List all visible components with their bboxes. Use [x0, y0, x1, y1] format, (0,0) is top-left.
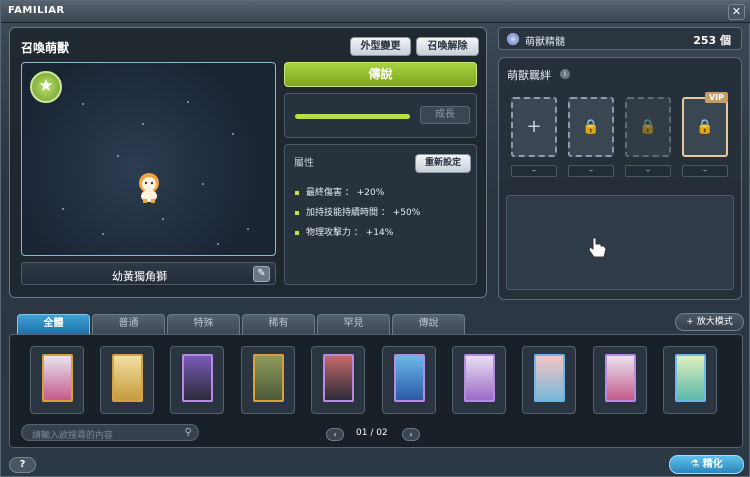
familiar-preview: ★: [21, 62, 276, 256]
essence-value: 253 個: [693, 34, 731, 47]
familiar-name: 幼黃獨角獅: [112, 270, 167, 283]
lock-icon[interactable]: 🔒: [568, 97, 614, 157]
familiar-window: FAMILIAR ✕ 召喚萌獸 外型變更 召喚解除 ★ 幼黃獨角獅 ✎ 傳說 成…: [0, 0, 750, 477]
tab-all[interactable]: 全體: [17, 314, 90, 334]
hand-cursor-icon: [588, 237, 607, 258]
slot-value: –: [568, 165, 614, 177]
change-appearance-button[interactable]: 外型變更: [350, 37, 411, 56]
familiar-card[interactable]: [241, 346, 295, 414]
info-icon[interactable]: i: [560, 69, 570, 79]
attribute-item: 最終傷害 ： +20%: [295, 185, 420, 198]
essence-icon: [507, 33, 519, 45]
bond-detail-area: [506, 195, 734, 290]
familiar-card[interactable]: [311, 346, 365, 414]
bond-title: 萌獸羈絆: [507, 69, 551, 82]
title-bar[interactable]: FAMILIAR ✕: [1, 1, 750, 23]
slot-value: –: [682, 165, 728, 177]
pencil-icon[interactable]: ✎: [253, 266, 270, 282]
release-button[interactable]: 召喚解除: [416, 37, 479, 56]
vip-lock-icon[interactable]: 🔒 VIP: [682, 92, 728, 157]
familiar-card[interactable]: [30, 346, 84, 414]
familiar-card-art: [534, 354, 565, 402]
lion-familiar-sprite: [139, 173, 159, 203]
familiar-card-art: [675, 354, 706, 402]
refine-button[interactable]: ⚗ 精化: [669, 455, 744, 474]
familiar-card-art: [182, 354, 213, 402]
familiar-card-art: [253, 354, 284, 402]
zoom-mode-button[interactable]: + 放大模式: [675, 313, 744, 331]
page-indicator: 01 / 02: [356, 428, 388, 438]
familiar-card-art: [464, 354, 495, 402]
tab-rare[interactable]: 稀有: [242, 314, 315, 334]
familiar-card[interactable]: [522, 346, 576, 414]
attribute-item: 物理攻擊力 ： +14%: [295, 225, 420, 238]
slot-value: –: [511, 165, 557, 177]
vip-tag: VIP: [704, 92, 728, 103]
attributes-title: 屬性: [294, 158, 314, 169]
pagination: ‹ 01 / 02 ›: [326, 428, 420, 442]
tab-unique[interactable]: 罕見: [317, 314, 390, 334]
prev-page-icon[interactable]: ‹: [326, 428, 344, 441]
attributes-list: 最終傷害 ： +20% 加持技能持續時間 ： +50% 物理攻擊力 ： +14%: [295, 185, 420, 245]
growth-progress-fill: [295, 114, 410, 119]
close-icon[interactable]: ✕: [728, 4, 745, 20]
familiar-card-art: [605, 354, 636, 402]
tab-legendary[interactable]: 傳說: [392, 314, 465, 334]
lock-icon[interactable]: 🔒: [625, 97, 671, 157]
familiar-card[interactable]: [663, 346, 717, 414]
search-placeholder: 請輸入欲搜尋的內容: [32, 431, 114, 441]
familiar-name-bar: 幼黃獨角獅 ✎: [21, 262, 276, 285]
search-input[interactable]: 請輸入欲搜尋的內容 ⚲: [21, 424, 199, 441]
reset-button[interactable]: 重新設定: [415, 154, 471, 173]
window-title: FAMILIAR: [8, 5, 65, 16]
growth-progress-bar: [295, 114, 410, 119]
bond-panel: 萌獸羈絆 i + 🔒 🔒 🔒 VIP – – – –: [498, 57, 742, 300]
attribute-item: 加持技能持續時間 ： +50%: [295, 205, 420, 218]
tab-special[interactable]: 特殊: [167, 314, 240, 334]
familiar-card-art: [112, 354, 143, 402]
rank-badge: 傳說: [284, 62, 477, 87]
add-slot-icon[interactable]: +: [511, 97, 557, 157]
familiar-card-art: [42, 354, 73, 402]
growth-box: 成長: [284, 93, 477, 138]
flask-icon: ⚗: [690, 459, 703, 470]
tab-normal[interactable]: 普通: [92, 314, 165, 334]
familiar-card-art: [323, 354, 354, 402]
star-icon: ★: [30, 71, 62, 103]
attributes-box: 屬性 重新設定 最終傷害 ： +20% 加持技能持續時間 ： +50% 物理攻擊…: [284, 144, 477, 285]
search-icon[interactable]: ⚲: [185, 427, 192, 438]
essence-bar: 萌獸精髓 253 個: [498, 27, 742, 50]
help-button[interactable]: ?: [9, 457, 36, 473]
familiar-card[interactable]: [100, 346, 154, 414]
next-page-icon[interactable]: ›: [402, 428, 420, 441]
grow-button[interactable]: 成長: [420, 106, 470, 124]
familiar-card-art: [394, 354, 425, 402]
summon-title: 召喚萌獸: [21, 41, 70, 55]
refine-label: 精化: [702, 459, 723, 470]
familiar-card[interactable]: [452, 346, 506, 414]
slot-value: –: [625, 165, 671, 177]
familiar-card[interactable]: [170, 346, 224, 414]
familiar-card[interactable]: [382, 346, 436, 414]
essence-label: 萌獸精髓: [525, 37, 565, 48]
familiar-card[interactable]: [593, 346, 647, 414]
